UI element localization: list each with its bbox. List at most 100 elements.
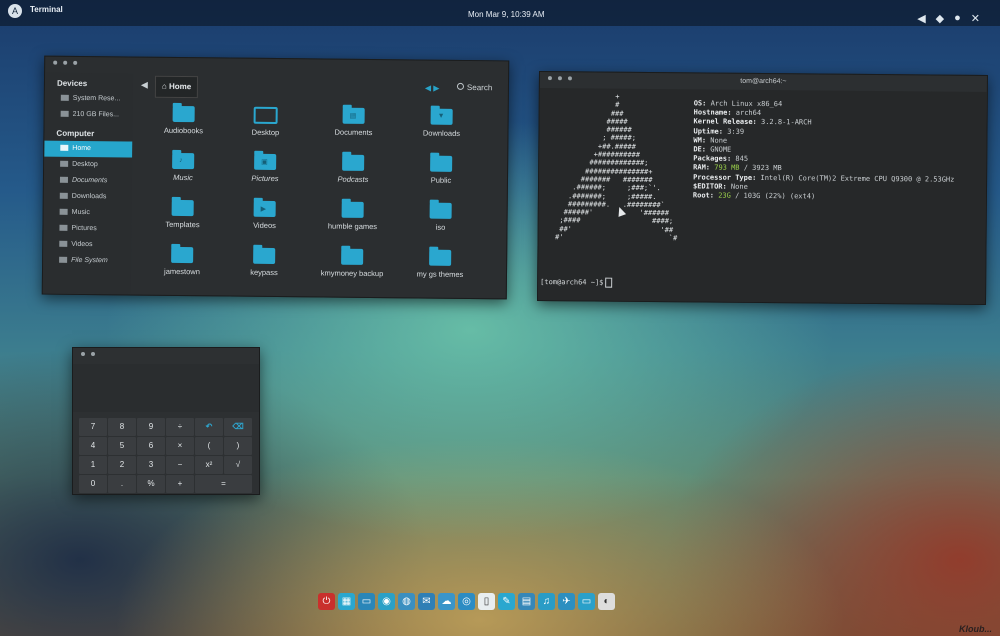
back-icon[interactable]: ◀	[141, 80, 148, 91]
calculator-key[interactable]: %	[137, 475, 165, 493]
calculator-key[interactable]: ÷	[166, 418, 194, 436]
document-icon[interactable]: ▯	[478, 593, 495, 610]
terminal-output[interactable]: + # ### ##### ###### ; #####; +##.##### …	[538, 88, 987, 304]
mail-icon[interactable]: ✉	[418, 593, 435, 610]
folder-icon	[171, 199, 194, 217]
calculator-key[interactable]: 6	[137, 437, 165, 455]
sidebar-item-downloads[interactable]: Downloads	[44, 189, 132, 206]
download-icon	[59, 192, 68, 199]
calculator-key[interactable]: ⌫	[224, 418, 252, 436]
file-label: Pictures	[251, 173, 279, 184]
folder-icon: ▼	[430, 108, 453, 125]
file-item[interactable]: ▤ Documents	[314, 107, 392, 137]
sidebar-item-desktop[interactable]: Desktop	[44, 157, 132, 174]
calendar-icon[interactable]: ▤	[518, 593, 535, 610]
file-item[interactable]: ▶ Videos	[225, 200, 303, 230]
file-item[interactable]: iso	[401, 202, 479, 232]
calculator-key[interactable]: −	[166, 456, 194, 474]
drive-icon	[59, 256, 68, 263]
file-item[interactable]: my gs themes	[401, 249, 479, 279]
power-icon[interactable]: ⏻	[318, 593, 335, 610]
plane-icon[interactable]: ✈	[558, 593, 575, 610]
chat-icon[interactable]: ☁	[438, 593, 455, 610]
calculator-key[interactable]: 5	[108, 437, 136, 455]
nav-arrows-icon[interactable]: ◀ ▶	[425, 84, 440, 93]
audio-icon[interactable]: ◐	[598, 593, 615, 610]
file-label: Downloads	[422, 128, 461, 138]
shell-prompt[interactable]: [tom@arch64 ~]$	[540, 277, 613, 288]
volume-icon[interactable]: ◀	[917, 12, 925, 25]
sidebar-item-videos[interactable]: Videos	[43, 237, 131, 254]
network-icon[interactable]: ◆	[936, 12, 944, 25]
calculator-key[interactable]: 0	[79, 475, 107, 493]
calculator-key[interactable]: 9	[137, 418, 165, 436]
pictures-icon	[59, 224, 68, 231]
breadcrumb[interactable]: ⌂ Home	[154, 75, 199, 99]
folder-icon	[172, 105, 195, 123]
app-menu[interactable]: Terminal	[30, 5, 63, 14]
sidebar-item-files-drive[interactable]: 210 GB Files...	[45, 107, 133, 124]
clock[interactable]: Mon Mar 9, 10:39 AM	[468, 10, 544, 19]
file-item[interactable]: kmymoney backup	[313, 248, 391, 278]
pen-icon[interactable]: ✎	[498, 593, 515, 610]
file-item[interactable]: ▣ Pictures	[226, 153, 304, 183]
calculator-key[interactable]: 8	[108, 418, 136, 436]
close-icon[interactable]	[81, 352, 85, 356]
calculator-key[interactable]: )	[224, 437, 252, 455]
calculator-key[interactable]: ↶	[195, 418, 223, 436]
search-button[interactable]: Search	[456, 82, 492, 92]
disk-icon[interactable]: ◍	[398, 593, 415, 610]
power-icon[interactable]: ✕	[971, 12, 980, 25]
sidebar-item-system-reserved[interactable]: System Rese...	[45, 91, 133, 108]
calculator-keypad: 7 8 9 ÷ ↶ ⌫ 4 5 6 ×() 1 2 3− x² √ 0.% + =	[79, 418, 252, 493]
calculator-key[interactable]: 7	[79, 418, 107, 436]
file-item[interactable]: ▼ Downloads	[402, 108, 480, 138]
file-label: my gs themes	[416, 269, 464, 279]
folder-icon	[341, 248, 364, 265]
folder-icon: ♪	[172, 152, 195, 170]
maximize-icon[interactable]	[73, 60, 78, 65]
file-item[interactable]: Podcasts	[314, 154, 392, 184]
sidebar-item-pictures[interactable]: Pictures	[43, 221, 131, 238]
file-item[interactable]: jamestown	[143, 246, 221, 277]
file-item[interactable]: ♪ Music	[144, 152, 222, 183]
calculator-key[interactable]: √	[224, 456, 252, 474]
calculator-key[interactable]: x²	[195, 456, 223, 474]
activities-icon[interactable]: A	[8, 4, 22, 18]
file-item[interactable]: Desktop	[226, 106, 304, 137]
sidebar-devices-header: Devices	[56, 78, 88, 89]
close-icon[interactable]	[53, 60, 58, 65]
sidebar-item-home[interactable]: Home	[44, 140, 133, 158]
sidebar-item-file-system[interactable]: File System	[43, 253, 131, 270]
headphones-icon[interactable]: ♫	[538, 593, 555, 610]
calculator-key[interactable]: ×	[166, 437, 194, 455]
calculator-key[interactable]: (	[195, 437, 223, 455]
file-item[interactable]: Templates	[143, 199, 221, 230]
window-icon[interactable]: ▦	[338, 593, 355, 610]
monitor-icon[interactable]: ▭	[578, 593, 595, 610]
file-item[interactable]: Audiobooks	[144, 105, 222, 136]
display-icon[interactable]: ▭	[358, 593, 375, 610]
sidebar-item-music[interactable]: Music	[44, 205, 132, 222]
calculator-key[interactable]: 2	[108, 456, 136, 474]
search-icon	[456, 82, 465, 90]
minimize-icon[interactable]	[91, 352, 95, 356]
file-item[interactable]: humble games	[313, 201, 391, 231]
calculator-titlebar[interactable]	[73, 348, 259, 362]
globe-icon[interactable]: ◎	[458, 593, 475, 610]
sidebar-item-documents[interactable]: Documents	[44, 173, 132, 190]
calculator-key[interactable]: 3	[137, 456, 165, 474]
terminal-titlebar[interactable]: tom@arch64:~	[540, 72, 987, 90]
file-item[interactable]: keypass	[225, 247, 303, 277]
minimize-icon[interactable]	[63, 60, 68, 65]
calculator-key[interactable]: .	[108, 475, 136, 493]
browser-icon[interactable]: ◉	[378, 593, 395, 610]
calculator-key[interactable]: +	[166, 475, 194, 493]
file-label: Podcasts	[337, 174, 369, 184]
calculator-display[interactable]	[73, 364, 259, 412]
calculator-key[interactable]: =	[195, 475, 252, 493]
user-icon[interactable]: ●	[954, 12, 961, 25]
calculator-key[interactable]: 4	[79, 437, 107, 455]
calculator-key[interactable]: 1	[79, 456, 107, 474]
file-item[interactable]: Public	[402, 155, 480, 185]
